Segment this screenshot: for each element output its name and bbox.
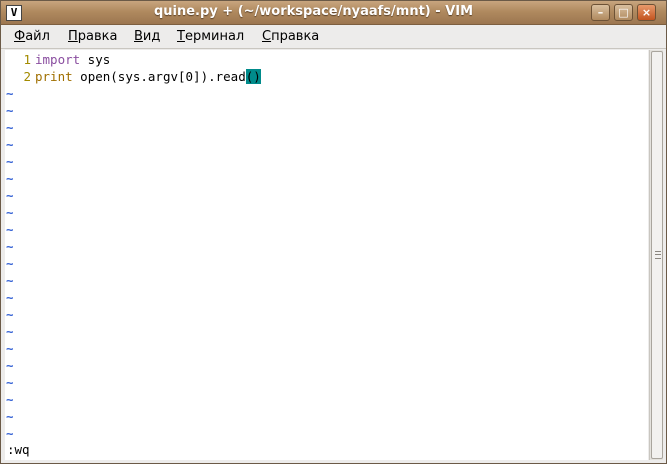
close-button[interactable]: × [637, 4, 656, 21]
empty-line-tilde: ~ [6, 222, 14, 237]
empty-line-tilde: ~ [6, 154, 14, 169]
minimize-button[interactable]: – [591, 4, 610, 21]
empty-line-tilde: ~ [6, 392, 14, 407]
text-editor-area[interactable]: 1 import sys 2 print open(sys.argv[0]).rea… [5, 50, 648, 460]
menu-help-label: правка [271, 29, 320, 44]
menu-view[interactable]: Вид [134, 29, 160, 44]
menu-terminal-mnemonic: Т [177, 29, 185, 44]
menu-help[interactable]: Справка [262, 29, 319, 44]
vim-app-icon[interactable]: V [6, 5, 22, 21]
keyword-import: import [35, 52, 81, 67]
empty-line-tilde: ~ [6, 86, 14, 101]
menu-edit[interactable]: Правка [68, 29, 117, 44]
empty-line-tilde: ~ [6, 324, 14, 339]
matching-paren-cursor: () [245, 69, 261, 84]
empty-line-tilde: ~ [6, 307, 14, 322]
empty-line-tilde: ~ [6, 290, 14, 305]
empty-line-tilde: ~ [6, 205, 14, 220]
menu-file[interactable]: Файл [14, 29, 50, 44]
menu-edit-mnemonic: П [68, 29, 78, 44]
empty-line-tilde: ~ [6, 273, 14, 288]
empty-line-tilde: ~ [6, 375, 14, 390]
scrollbar-grip-icon [655, 251, 661, 259]
line-number: 1 [23, 52, 31, 67]
empty-line-tilde: ~ [6, 103, 14, 118]
menu-view-mnemonic: В [134, 29, 143, 44]
empty-line-tilde: ~ [6, 256, 14, 271]
command-line[interactable]: :wq [7, 441, 30, 458]
menu-terminal[interactable]: Терминал [177, 29, 244, 44]
menu-bar: Файл Правка Вид Терминал Справка [1, 25, 666, 49]
menu-file-label: айл [25, 29, 50, 44]
code-text: sys [80, 52, 111, 67]
code-text: open(sys.argv[0]).read [72, 69, 246, 84]
empty-line-tilde: ~ [6, 358, 14, 373]
empty-line-tilde: ~ [6, 426, 14, 441]
keyword-print: print [35, 69, 73, 84]
menu-help-mnemonic: С [262, 29, 272, 44]
code-line-1[interactable]: 1 import sys [5, 51, 110, 68]
menu-edit-label: равка [77, 29, 118, 44]
empty-line-tilde: ~ [6, 137, 14, 152]
code-line-2[interactable]: 2 print open(sys.argv[0]).read() [5, 68, 261, 85]
vertical-scrollbar[interactable] [649, 50, 663, 460]
empty-line-tilde: ~ [6, 341, 14, 356]
title-bar[interactable]: V quine.py + (~/workspace/nyaafs/mnt) - … [1, 1, 666, 25]
menu-view-label: ид [142, 29, 161, 44]
empty-line-tilde: ~ [6, 171, 14, 186]
empty-line-tilde: ~ [6, 188, 14, 203]
maximize-button[interactable]: □ [614, 4, 633, 21]
empty-line-tilde: ~ [6, 120, 14, 135]
menu-file-mnemonic: Ф [14, 29, 26, 44]
vim-window: V quine.py + (~/workspace/nyaafs/mnt) - … [0, 0, 667, 464]
line-number: 2 [23, 69, 31, 84]
empty-line-tilde: ~ [6, 239, 14, 254]
menu-terminal-label: ерминал [184, 29, 245, 44]
empty-line-tilde: ~ [6, 409, 14, 424]
scrollbar-thumb[interactable] [651, 51, 663, 459]
window-title: quine.py + (~/workspace/nyaafs/mnt) - VI… [153, 4, 474, 19]
